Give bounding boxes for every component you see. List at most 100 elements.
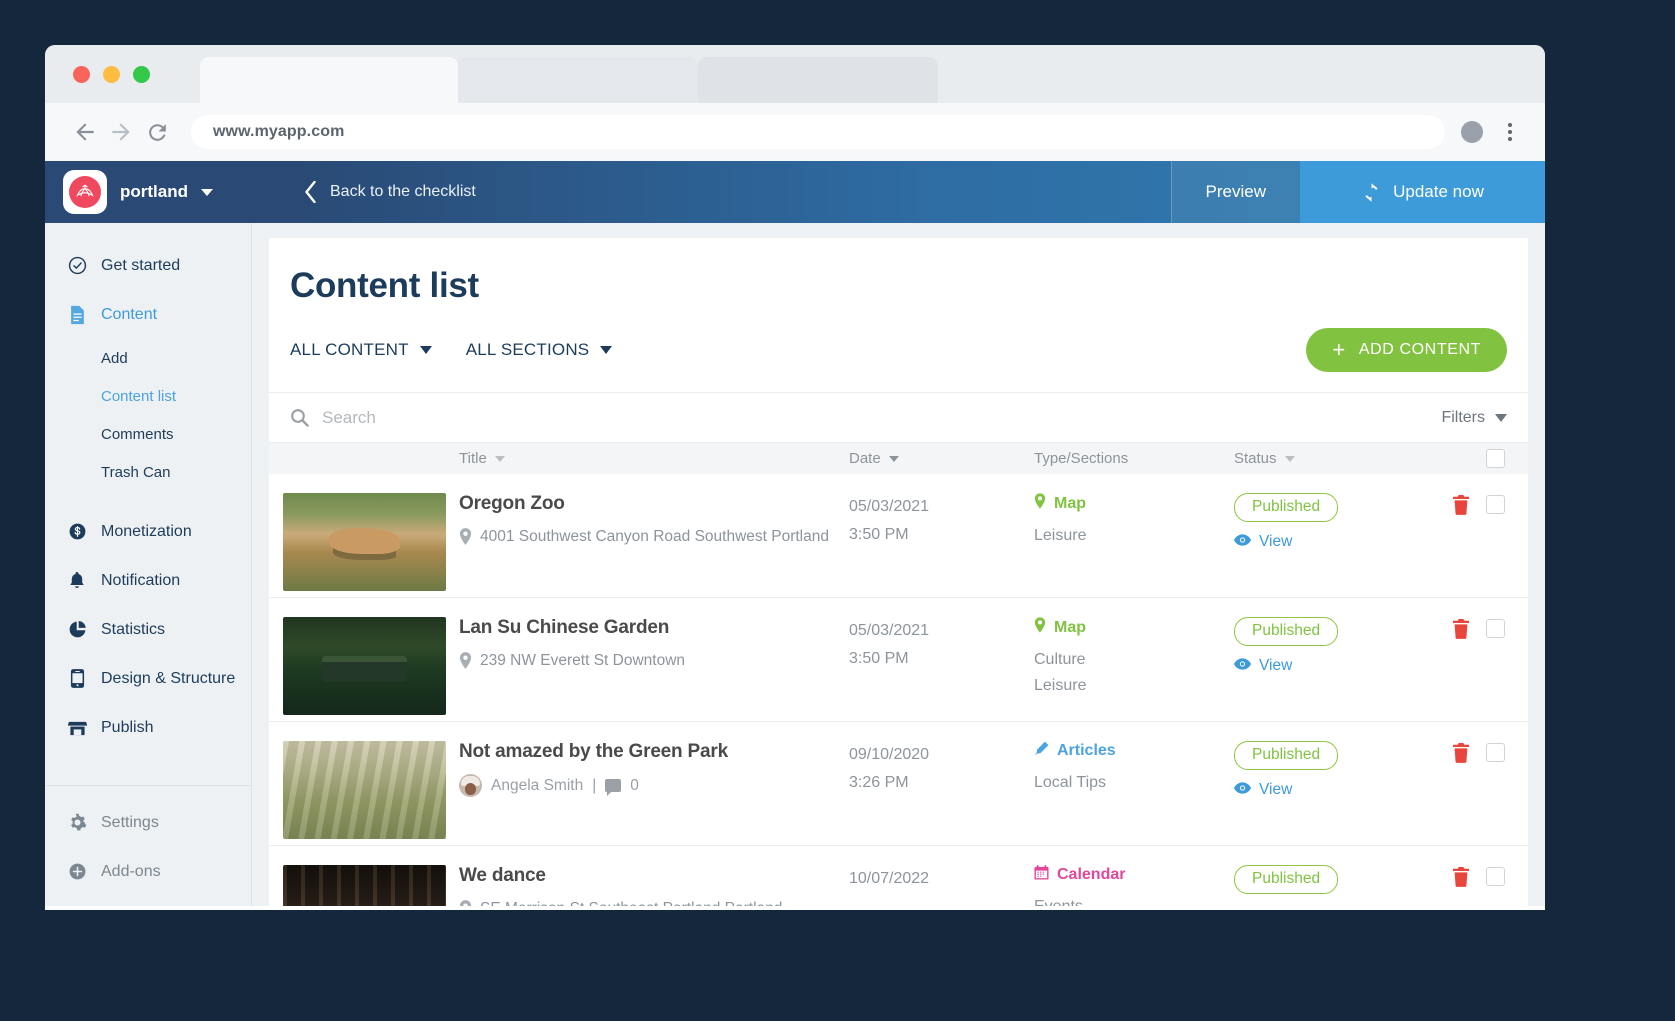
back-to-checklist-link[interactable]: Back to the checklist: [252, 161, 1171, 223]
row-title[interactable]: We dance: [459, 865, 837, 887]
table-row[interactable]: Oregon Zoo 4001 Southwest Canyon Road So…: [269, 474, 1528, 598]
sidebar-subitem-trash-can[interactable]: Trash Can: [45, 453, 251, 491]
search-box[interactable]: [290, 408, 1441, 428]
filters-dropdown[interactable]: Filters: [1441, 409, 1507, 427]
row-title[interactable]: Not amazed by the Green Park: [459, 741, 837, 763]
sidebar-subitem-comments[interactable]: Comments: [45, 415, 251, 453]
sidebar-item-add-ons[interactable]: Add-ons: [45, 847, 251, 896]
filters-label: Filters: [1441, 409, 1485, 427]
sidebar-subitem-content-list[interactable]: Content list: [45, 377, 251, 415]
sort-icon[interactable]: [495, 456, 505, 462]
map-pin-icon: [459, 652, 472, 676]
browser-tab-active[interactable]: [200, 57, 458, 103]
search-icon: [290, 408, 309, 427]
table-row[interactable]: We dance SE Morrison St Southeast Portla…: [269, 846, 1528, 906]
row-type-link[interactable]: Calendar: [1034, 865, 1234, 885]
row-type-cell: Map Leisure: [1034, 493, 1234, 549]
delete-icon[interactable]: [1452, 619, 1470, 639]
table-row[interactable]: Lan Su Chinese Garden 239 NW Everett St …: [269, 598, 1528, 722]
back-arrow-icon[interactable]: [67, 114, 103, 150]
browser-menu-icon[interactable]: [1497, 123, 1523, 141]
row-type-link[interactable]: Map: [1034, 617, 1234, 638]
sidebar-item-content[interactable]: Content: [45, 290, 251, 339]
sidebar-subitem-add[interactable]: Add: [45, 339, 251, 377]
row-title-cell: Oregon Zoo 4001 Southwest Canyon Road So…: [459, 493, 849, 552]
row-type-link[interactable]: Map: [1034, 493, 1234, 514]
all-content-label: ALL CONTENT: [290, 340, 409, 360]
row-date: 10/07/2022: [849, 865, 1034, 893]
delete-icon[interactable]: [1452, 495, 1470, 515]
sidebar-item-label: Add-ons: [101, 863, 161, 881]
row-checkbox[interactable]: [1486, 867, 1505, 886]
content-toolbar: ALL CONTENT ALL SECTIONS + ADD CONTENT: [269, 306, 1528, 392]
eye-icon: [1234, 533, 1251, 551]
main-content: Content list ALL CONTENT ALL SECTIONS + …: [252, 223, 1545, 906]
eye-icon: [1234, 657, 1251, 675]
row-view-link[interactable]: View: [1234, 657, 1424, 675]
all-content-dropdown[interactable]: ALL CONTENT: [290, 340, 432, 360]
gear-icon: [67, 813, 87, 832]
delete-icon[interactable]: [1452, 743, 1470, 763]
sidebar: Get started Content Add Content list Com…: [45, 223, 252, 906]
table-row[interactable]: Not amazed by the Green Park Angela Smit…: [269, 722, 1528, 846]
forward-arrow-icon[interactable]: [103, 114, 139, 150]
status-badge: Published: [1234, 617, 1338, 646]
status-badge: Published: [1234, 741, 1338, 770]
document-icon: [67, 305, 87, 325]
workspace-switcher[interactable]: portland: [45, 161, 252, 223]
row-checkbox[interactable]: [1486, 495, 1505, 514]
column-type-sections: Type/Sections: [1034, 450, 1234, 467]
comment-icon: [605, 779, 621, 792]
delete-icon[interactable]: [1452, 867, 1470, 887]
column-title[interactable]: Title: [459, 450, 849, 467]
all-sections-label: ALL SECTIONS: [466, 340, 590, 360]
add-content-label: ADD CONTENT: [1359, 341, 1481, 359]
select-all-checkbox[interactable]: [1486, 449, 1505, 468]
sidebar-item-label: Design & Structure: [101, 670, 235, 688]
sidebar-item-settings[interactable]: Settings: [45, 798, 251, 847]
row-view-link[interactable]: View: [1234, 781, 1424, 799]
minimize-window-button[interactable]: [103, 66, 120, 83]
column-status[interactable]: Status: [1234, 450, 1424, 467]
row-checkbox[interactable]: [1486, 619, 1505, 638]
browser-tab-2[interactable]: [458, 57, 698, 103]
sidebar-item-get-started[interactable]: Get started: [45, 241, 251, 290]
all-sections-dropdown[interactable]: ALL SECTIONS: [466, 340, 613, 360]
row-type-cell: Calendar Events: [1034, 865, 1234, 906]
row-checkbox[interactable]: [1486, 743, 1505, 762]
row-view-label: View: [1259, 657, 1292, 675]
profile-avatar[interactable]: [1461, 121, 1483, 143]
row-time: 3:50 PM: [849, 645, 1034, 673]
row-title[interactable]: Oregon Zoo: [459, 493, 837, 515]
row-address: 4001 Southwest Canyon Road Southwest Por…: [459, 526, 837, 552]
row-title[interactable]: Lan Su Chinese Garden: [459, 617, 837, 639]
row-view-link[interactable]: View: [1234, 533, 1424, 551]
sidebar-item-monetization[interactable]: Monetization: [45, 507, 251, 556]
sort-icon[interactable]: [1285, 456, 1295, 462]
preview-label: Preview: [1206, 182, 1266, 202]
column-date[interactable]: Date: [849, 450, 1034, 467]
app-logo-icon: [63, 170, 107, 214]
browser-tab-3[interactable]: [698, 57, 938, 103]
sidebar-item-publish[interactable]: Publish: [45, 703, 251, 752]
row-author: Angela Smith: [491, 777, 583, 795]
maximize-window-button[interactable]: [133, 66, 150, 83]
add-content-button[interactable]: + ADD CONTENT: [1306, 328, 1507, 372]
url-input[interactable]: www.myapp.com: [191, 115, 1445, 149]
row-view-link[interactable]: View: [1234, 905, 1424, 906]
reload-icon[interactable]: [139, 114, 175, 150]
mobile-icon: [67, 668, 87, 689]
update-now-button[interactable]: Update now: [1300, 161, 1545, 223]
map-pin-icon: [459, 900, 472, 906]
dollar-circle-icon: [67, 522, 87, 541]
row-status-cell: Published View: [1234, 617, 1424, 675]
sidebar-item-design-structure[interactable]: Design & Structure: [45, 654, 251, 703]
sidebar-item-statistics[interactable]: Statistics: [45, 605, 251, 654]
close-window-button[interactable]: [73, 66, 90, 83]
preview-button[interactable]: Preview: [1171, 161, 1300, 223]
row-type-link[interactable]: Articles: [1034, 741, 1234, 761]
row-type-label: Calendar: [1057, 866, 1125, 884]
search-input[interactable]: [322, 408, 622, 428]
sort-icon[interactable]: [889, 456, 899, 462]
sidebar-item-notification[interactable]: Notification: [45, 556, 251, 605]
